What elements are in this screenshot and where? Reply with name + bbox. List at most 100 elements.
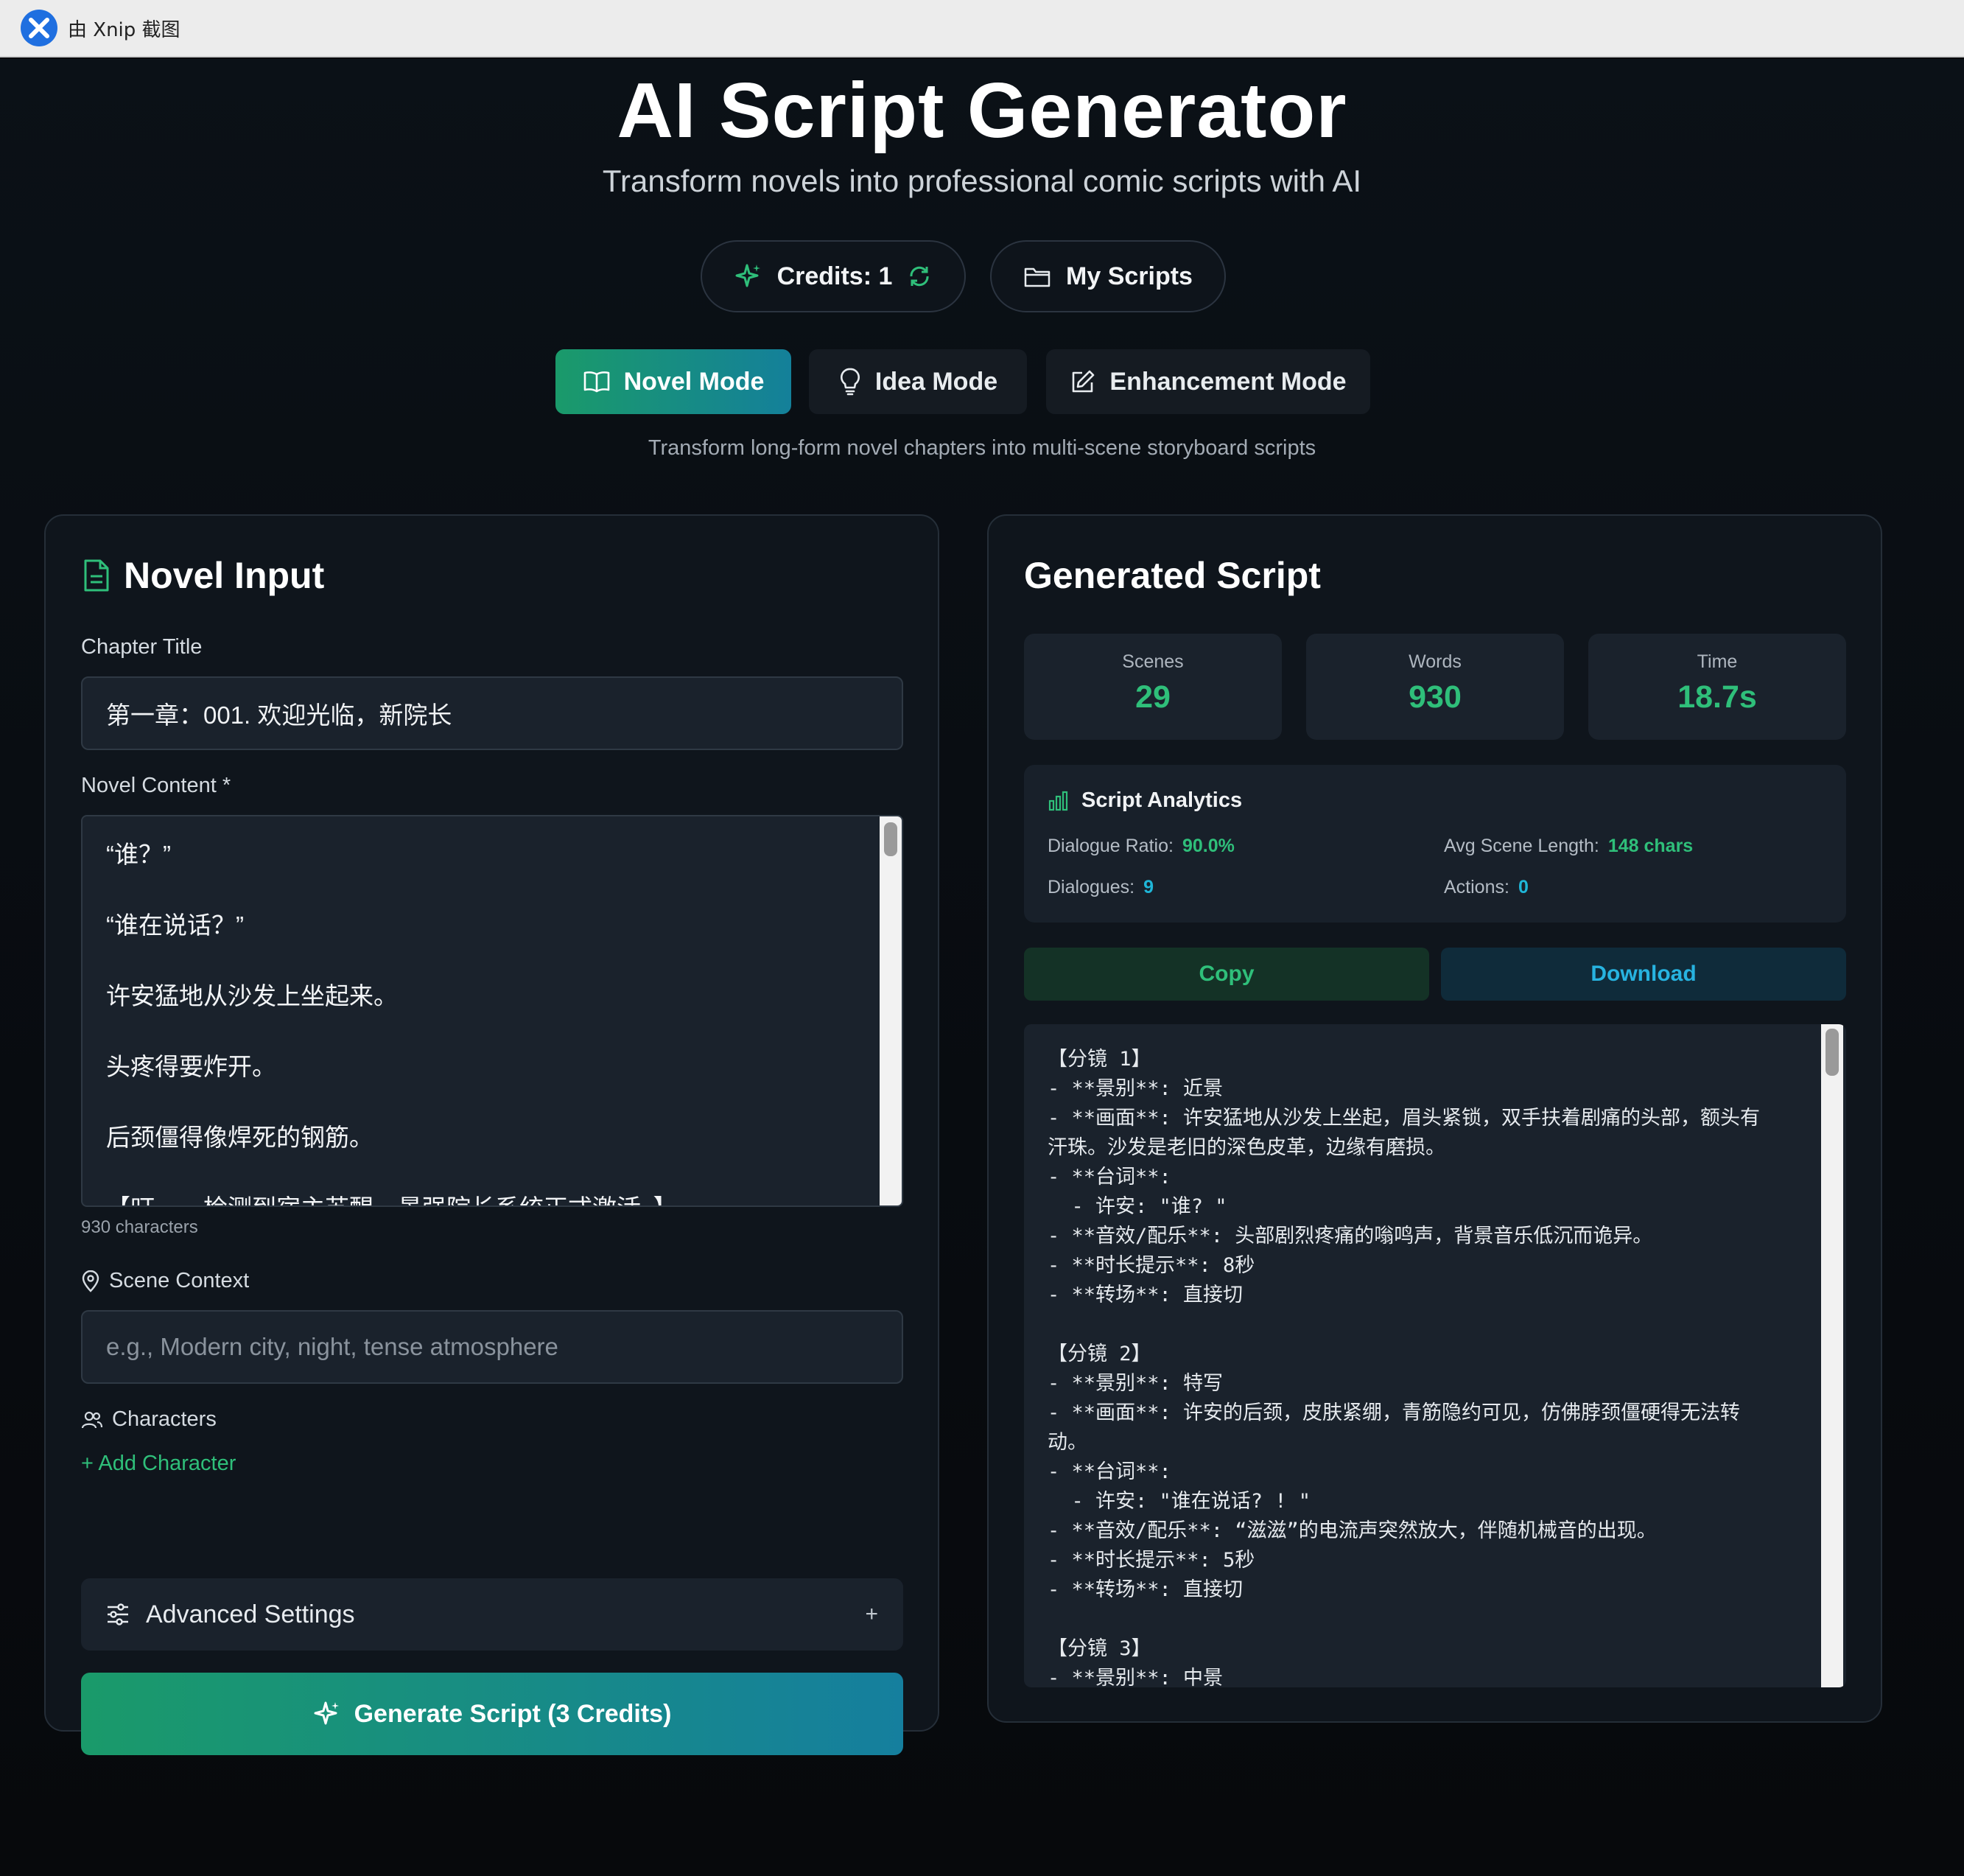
script-line: 汗珠。沙发是老旧的深色皮革，边缘有磨损。 (1048, 1133, 1760, 1163)
avg-scene-length: Avg Scene Length: 148 chars (1444, 836, 1693, 857)
dialogues-label: Dialogues: (1048, 877, 1134, 897)
novel-line: 【叮——检测到宿主苏醒，景强院长系统正式激活。】 (106, 1189, 678, 1207)
script-analytics-heading: Script Analytics (1048, 788, 1242, 813)
script-line: - 许安: "谁在说话? ! " (1048, 1487, 1760, 1516)
script-analytics-card: Script Analytics Dialogue Ratio: 90.0% Av… (1024, 765, 1846, 923)
dialogue-ratio: Dialogue Ratio: 90.0% (1048, 836, 1235, 857)
add-character-button[interactable]: + Add Character (81, 1452, 236, 1476)
generated-script-panel: Generated Script Scenes 29 Words 930 Tim… (987, 514, 1882, 1723)
char-count: 930 characters (81, 1217, 198, 1238)
stat-value: 930 (1306, 679, 1564, 715)
generate-script-label: Generate Script (3 Credits) (354, 1700, 672, 1729)
xnip-logo-icon (21, 10, 57, 46)
script-line (1048, 1605, 1760, 1634)
script-line: - **转场**: 直接切 (1048, 1575, 1760, 1605)
book-open-icon (583, 370, 611, 393)
app-stage: AI Script Generator Transform novels int… (0, 59, 1964, 1876)
script-line: 【分镜 3】 (1048, 1634, 1760, 1664)
page-subtitle: Transform novels into professional comic… (0, 164, 1964, 199)
sparkle-icon (313, 1700, 341, 1728)
tab-idea-mode[interactable]: Idea Mode (809, 349, 1027, 414)
scene-context-input[interactable]: e.g., Modern city, night, tense atmosphe… (81, 1310, 903, 1384)
dialogue-ratio-value: 90.0% (1182, 836, 1235, 856)
generate-script-button[interactable]: Generate Script (3 Credits) (81, 1673, 903, 1755)
script-line: 【分镜 1】 (1048, 1045, 1760, 1074)
edit-pencil-icon (1070, 368, 1096, 395)
sliders-icon (106, 1603, 130, 1625)
novel-content-scrollbar[interactable] (880, 816, 902, 1207)
scrollbar-thumb[interactable] (1826, 1029, 1839, 1076)
script-line: - **转场**: 直接切 (1048, 1281, 1760, 1310)
download-button[interactable]: Download (1441, 948, 1846, 1001)
script-line: 动。 (1048, 1428, 1760, 1457)
os-title-bar: 由 Xnip 截图 (0, 0, 1964, 57)
advanced-settings-label: Advanced Settings (146, 1600, 355, 1629)
novel-line: “谁在说话？” (106, 906, 678, 977)
stat-value: 18.7s (1588, 679, 1846, 715)
script-line: - **时长提示**: 5秒 (1048, 1546, 1760, 1575)
tab-novel-mode[interactable]: Novel Mode (555, 349, 791, 414)
refresh-icon[interactable] (907, 264, 932, 289)
script-line: - **画面**: 许安猛地从沙发上坐起，眉头紧锁，双手扶着剧痛的头部，额头有 (1048, 1104, 1760, 1133)
tab-enhancement-mode-label: Enhancement Mode (1109, 368, 1346, 396)
characters-label: Characters (112, 1407, 217, 1432)
stat-value: 29 (1024, 679, 1282, 715)
actions-label: Actions: (1444, 877, 1509, 897)
novel-content-text: “谁？” “谁在说话？” 许安猛地从沙发上坐起来。 头疼得要炸开。 后颈僵得像焊… (106, 836, 678, 1207)
file-text-icon (83, 559, 111, 592)
script-output-text: 【分镜 1】 - **景别**: 近景 - **画面**: 许安猛地从沙发上坐起… (1048, 1045, 1760, 1687)
novel-line: “谁？” (106, 836, 678, 906)
folder-icon (1023, 264, 1051, 289)
tab-idea-mode-label: Idea Mode (875, 368, 997, 396)
chapter-title-input[interactable]: 第一章：001. 欢迎光临，新院长 (81, 676, 903, 750)
map-pin-icon (81, 1270, 100, 1292)
novel-content-label: Novel Content * (81, 774, 231, 798)
script-line: - **音效/配乐**: “滋滋”的电流声突然放大，伴随机械音的出现。 (1048, 1516, 1760, 1546)
copy-button[interactable]: Copy (1024, 948, 1429, 1001)
users-icon (81, 1410, 103, 1429)
page-title: AI Script Generator (0, 66, 1964, 155)
tab-enhancement-mode[interactable]: Enhancement Mode (1046, 349, 1370, 414)
scene-context-label-row: Scene Context (81, 1269, 249, 1293)
novel-line: 后颈僵得像焊死的钢筋。 (106, 1119, 678, 1189)
tab-novel-mode-label: Novel Mode (624, 368, 765, 396)
stat-time: Time 18.7s (1588, 634, 1846, 740)
script-line: - **景别**: 特写 (1048, 1369, 1760, 1399)
my-scripts-button[interactable]: My Scripts (990, 240, 1226, 312)
avg-scene-length-label: Avg Scene Length: (1444, 836, 1599, 856)
dialogue-ratio-label: Dialogue Ratio: (1048, 836, 1174, 856)
script-line: - **时长提示**: 8秒 (1048, 1251, 1760, 1281)
credits-label: Credits: 1 (777, 262, 893, 291)
script-line: - **台词**: (1048, 1457, 1760, 1487)
script-line: - **画面**: 许安的后颈，皮肤紧绷，青筋隐约可见，仿佛脖颈僵硬得无法转 (1048, 1399, 1760, 1428)
actions-count: Actions: 0 (1444, 877, 1529, 898)
dialogues-value: 9 (1143, 877, 1154, 897)
novel-input-heading: Novel Input (83, 554, 324, 597)
avg-scene-length-value: 148 chars (1608, 836, 1693, 856)
scene-context-label: Scene Context (109, 1269, 249, 1293)
scrollbar-thumb[interactable] (884, 822, 897, 856)
dialogues-count: Dialogues: 9 (1048, 877, 1154, 898)
script-line: - **景别**: 中景 (1048, 1664, 1760, 1687)
script-analytics-title: Script Analytics (1081, 788, 1242, 813)
script-output[interactable]: 【分镜 1】 - **景别**: 近景 - **画面**: 许安猛地从沙发上坐起… (1024, 1024, 1846, 1687)
lightbulb-icon (838, 367, 862, 396)
novel-content-textarea[interactable]: “谁？” “谁在说话？” 许安猛地从沙发上坐起来。 头疼得要炸开。 后颈僵得像焊… (81, 815, 903, 1207)
credits-button[interactable]: Credits: 1 (701, 240, 966, 312)
script-line: - **台词**: (1048, 1163, 1760, 1192)
script-line: - **音效/配乐**: 头部剧烈疼痛的嗡鸣声，背景音乐低沉而诡异。 (1048, 1222, 1760, 1251)
sparkle-icon (734, 262, 762, 290)
script-output-scrollbar[interactable] (1821, 1024, 1843, 1687)
script-line: 【分镜 2】 (1048, 1340, 1760, 1369)
plus-icon[interactable]: + (865, 1602, 878, 1627)
my-scripts-label: My Scripts (1066, 262, 1193, 291)
novel-input-title: Novel Input (124, 554, 324, 597)
script-line: - **景别**: 近景 (1048, 1074, 1760, 1104)
stat-scenes: Scenes 29 (1024, 634, 1282, 740)
script-line: - 许安: "谁? " (1048, 1192, 1760, 1222)
novel-input-panel: Novel Input Chapter Title 第一章：001. 欢迎光临，… (44, 514, 939, 1732)
stat-label: Scenes (1024, 651, 1282, 673)
advanced-settings-toggle[interactable]: Advanced Settings + (81, 1578, 903, 1651)
actions-value: 0 (1518, 877, 1529, 897)
characters-label-row: Characters (81, 1407, 217, 1432)
